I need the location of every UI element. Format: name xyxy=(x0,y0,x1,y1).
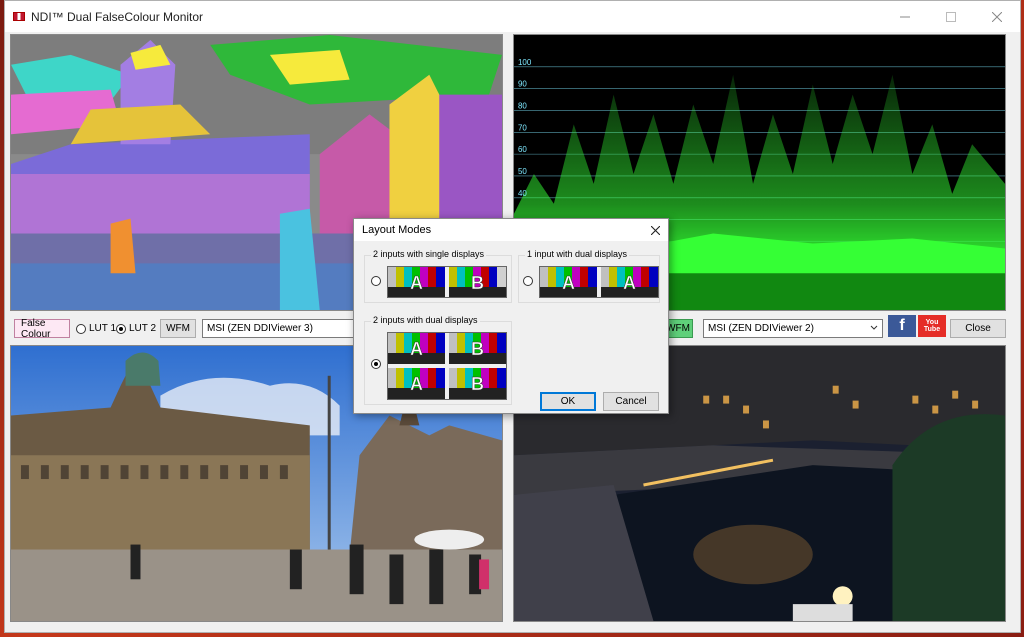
waveform-scale-60: 60 xyxy=(518,145,527,154)
preview-one-input-dual: A A xyxy=(539,266,659,298)
waveform-scale-50: 50 xyxy=(518,167,527,176)
radio-two-inputs-dual[interactable] xyxy=(371,359,381,369)
lut2-radio[interactable]: LUT 2 xyxy=(116,319,156,338)
title-bar: NDI™ Dual FalseColour Monitor xyxy=(5,1,1020,32)
maximize-button[interactable] xyxy=(928,1,974,32)
lut1-radio-dot[interactable] xyxy=(76,323,86,334)
minimize-button[interactable] xyxy=(882,1,928,32)
waveform-scale-40: 40 xyxy=(518,189,527,198)
close-button[interactable]: Close xyxy=(950,319,1006,338)
lut1-radio[interactable]: LUT 1 xyxy=(76,319,116,338)
tile-b-1: B xyxy=(471,273,484,293)
source-select-right-value: MSI (ZEN DDIViewer 2) xyxy=(708,323,814,334)
tile-a-4: A xyxy=(410,339,423,359)
waveform-scale-100: 100 xyxy=(518,58,532,67)
maximize-icon xyxy=(946,11,956,22)
false-colour-button[interactable]: False Colour xyxy=(14,318,70,340)
youtube-button[interactable]: You Tube xyxy=(918,314,946,337)
lut2-label: LUT 2 xyxy=(129,323,157,334)
close-icon xyxy=(650,225,660,235)
waveform-scale-70: 70 xyxy=(518,123,527,132)
facebook-button[interactable]: f xyxy=(888,314,916,337)
group-one-input-dual: 1 input with dual displays A A xyxy=(518,249,660,303)
dialog-title: Layout Modes xyxy=(362,224,432,236)
preview-two-inputs-dual: A B A B xyxy=(387,332,507,400)
close-window-button[interactable] xyxy=(974,1,1020,32)
ok-button[interactable]: OK xyxy=(540,392,596,411)
source-select-left-value: MSI (ZEN DDIViewer 3) xyxy=(207,323,313,334)
group2-label: 1 input with dual displays xyxy=(525,249,630,259)
minimize-icon xyxy=(900,16,910,17)
close-icon xyxy=(992,11,1002,22)
window-title: NDI™ Dual FalseColour Monitor xyxy=(31,9,204,24)
app-icon xyxy=(13,12,25,21)
lut1-label: LUT 1 xyxy=(89,323,117,334)
chevron-down-icon xyxy=(870,325,878,330)
radio-one-input-dual[interactable] xyxy=(523,276,533,286)
left-controls: False Colour xyxy=(14,318,70,340)
youtube-icon: You Tube xyxy=(923,318,941,333)
tile-a-5: A xyxy=(410,374,423,394)
waveform-scale-80: 80 xyxy=(518,101,527,110)
dialog-title-bar: Layout Modes xyxy=(354,219,668,241)
group1-label: 2 inputs with single displays xyxy=(371,249,487,259)
facebook-icon: f xyxy=(899,316,905,334)
wfm-button-left[interactable]: WFM xyxy=(160,319,196,338)
lut2-radio-dot[interactable] xyxy=(116,323,126,334)
group-two-inputs-dual: 2 inputs with dual displays A B A B xyxy=(364,315,512,405)
group3-label: 2 inputs with dual displays xyxy=(371,315,480,325)
cancel-button[interactable]: Cancel xyxy=(603,392,659,411)
radio-two-inputs-single[interactable] xyxy=(371,276,381,286)
preview-two-inputs-single: A B xyxy=(387,266,507,298)
dialog-close-button[interactable] xyxy=(648,223,662,237)
source-select-left[interactable]: MSI (ZEN DDIViewer 3) xyxy=(202,319,354,338)
tile-b-2: B xyxy=(471,339,484,359)
group-two-inputs-single: 2 inputs with single displays A B xyxy=(364,249,512,303)
layout-modes-dialog: Layout Modes 2 inputs with single displa… xyxy=(353,218,669,414)
tile-a-2: A xyxy=(562,273,575,293)
source-select-right[interactable]: MSI (ZEN DDIViewer 2) xyxy=(703,319,883,338)
tile-a-1: A xyxy=(410,273,423,293)
tile-b-3: B xyxy=(471,374,484,394)
waveform-scale-90: 90 xyxy=(518,80,527,89)
tile-a-3: A xyxy=(623,273,636,293)
